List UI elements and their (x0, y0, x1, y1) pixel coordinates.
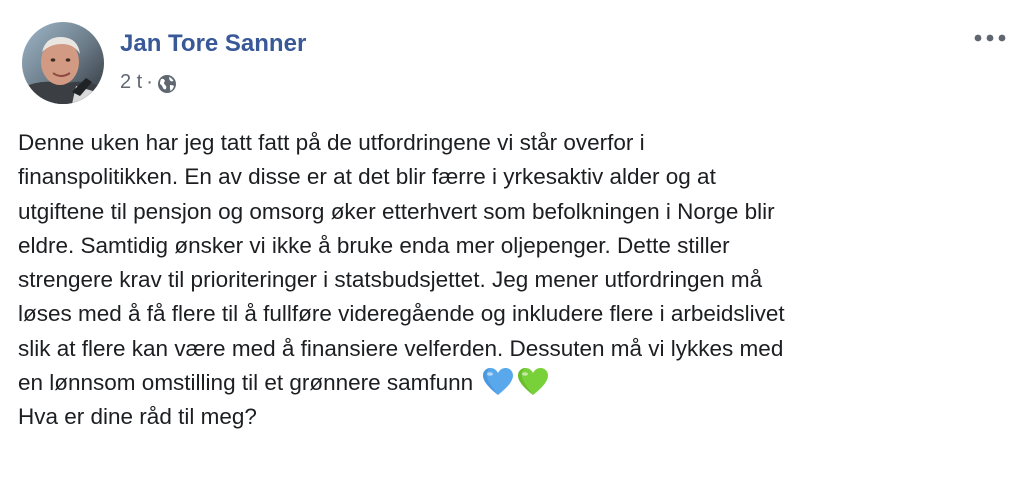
post-text-line-with-emoji: en lønnsom omstilling til et grønnere sa… (18, 366, 1008, 400)
green-heart-icon (517, 367, 549, 397)
post-text-line: finanspolitikken. En av disse er at det … (18, 164, 716, 190)
globe-icon[interactable] (157, 74, 177, 94)
more-options-icon[interactable] (970, 24, 1010, 52)
post-text-line: strengere krav til prioriteringer i stat… (18, 267, 763, 293)
post-text-line: slik at flere kan være med å finansiere … (18, 335, 784, 361)
meta-separator: · (146, 71, 153, 93)
author-name[interactable]: Jan Tore Sanner (120, 30, 306, 58)
post-timestamp[interactable]: 2 t (120, 71, 142, 94)
author-avatar[interactable] (22, 22, 104, 104)
post-text-line: løses med å få flere til å fullføre vide… (18, 301, 785, 327)
post-text-line: Denne uken har jeg tatt fatt på de utfor… (18, 130, 645, 155)
post-text-line: utgiftene til pensjon og omsorg øker ett… (18, 198, 775, 224)
post-text-segment: en lønnsom omstilling til et grønnere sa… (18, 370, 474, 396)
post-text-line: Hva er dine råd til meg? (18, 404, 257, 430)
blue-heart-icon (482, 367, 514, 397)
post-text-line: eldre. Samtidig ønsker vi ikke å bruke e… (18, 232, 730, 258)
post-meta: 2 t · (120, 71, 177, 94)
post-text: Denne uken har jeg tatt fatt på de utfor… (18, 126, 1008, 435)
avatar-photo (22, 22, 104, 104)
